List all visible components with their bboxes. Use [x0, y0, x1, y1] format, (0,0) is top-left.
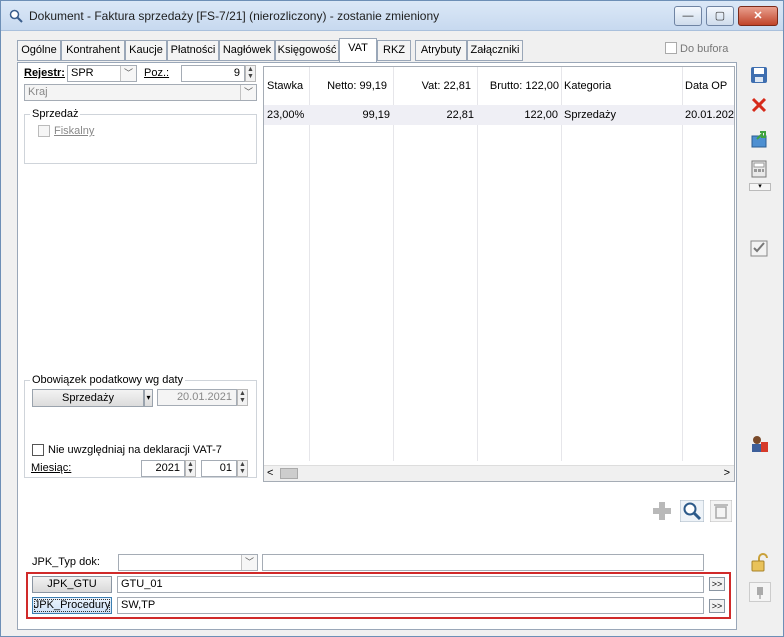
jpk-gtu-value: GTU_01	[121, 578, 163, 590]
miesiac-year-field[interactable]: 2021	[141, 460, 185, 477]
jpk-typ-combo[interactable]: ﹀	[118, 554, 258, 571]
jpk-typ-description[interactable]	[262, 554, 704, 571]
nie-uwzgledniaj-checkbox[interactable]	[32, 444, 44, 456]
plus-icon[interactable]	[651, 500, 673, 522]
export-icon[interactable]	[749, 129, 769, 149]
tab-zalaczniki[interactable]: Załączniki	[467, 40, 523, 61]
grid-divider	[682, 67, 683, 461]
cell-data-op: 20.01.2021	[685, 109, 735, 121]
miesiac-year-spinner[interactable]: ▲ ▼	[185, 460, 196, 477]
jpk-procedury-field[interactable]: SW,TP	[117, 597, 704, 614]
jpk-typ-label: JPK_Typ dok:	[32, 556, 100, 568]
obowiazek-select[interactable]: Sprzedaży	[32, 389, 144, 407]
rejestr-combo[interactable]: SPR ﹀	[67, 65, 137, 82]
col-vat[interactable]: Vat: 22,81	[393, 76, 477, 96]
cell-brutto: 122,00	[524, 109, 558, 121]
tab-kontrahent[interactable]: Kontrahent	[61, 40, 125, 61]
table-row[interactable]: 23,00% 99,19 22,81 122,00 Sprzedaży 20.0…	[264, 105, 735, 125]
chevron-down-icon[interactable]: ▾	[144, 389, 153, 407]
obowiazek-date-spinner[interactable]: ▲ ▼	[237, 389, 248, 406]
poz-value: 9	[233, 67, 240, 79]
calculator-dropdown-button[interactable]: ▾	[749, 183, 771, 191]
jpk-procedury-button[interactable]: JPK_Procedury	[32, 597, 112, 614]
do-bufora-checkbox[interactable]: Do bufora	[665, 42, 728, 55]
minimize-button[interactable]: —	[674, 6, 702, 26]
cell-netto: 99,19	[362, 109, 390, 121]
tab-platnosci[interactable]: Płatności	[167, 40, 219, 61]
padlock-icon[interactable]	[749, 553, 769, 573]
trash-icon[interactable]	[710, 500, 732, 522]
miesiac-month-field[interactable]: 01	[201, 460, 237, 477]
tab-vat[interactable]: VAT	[339, 38, 377, 62]
poz-field[interactable]: 9	[181, 65, 245, 82]
obowiazek-date-field[interactable]: 20.01.2021	[157, 389, 237, 406]
kraj-placeholder: Kraj	[28, 86, 48, 98]
nie-uwzgledniaj-label: Nie uwzględniaj na deklaracji VAT-7	[48, 444, 222, 456]
tab-atrybuty[interactable]: Atrybuty	[415, 40, 467, 61]
miesiac-month: 01	[219, 462, 232, 474]
chevron-down-icon[interactable]: ﹀	[240, 85, 256, 100]
rejestr-value: SPR	[71, 67, 94, 79]
document-window: Dokument - Faktura sprzedaży [FS-7/21] (…	[0, 0, 784, 637]
fiskalny-checkbox[interactable]	[38, 125, 50, 137]
magnifier-document-icon	[9, 9, 23, 23]
calculator-icon[interactable]	[749, 159, 769, 179]
window-title: Dokument - Faktura sprzedaży [FS-7/21] (…	[29, 9, 440, 23]
sprzedaz-group-title: Sprzedaż	[30, 108, 81, 120]
save-icon[interactable]	[749, 65, 769, 85]
fiskalny-label: Fiskalny	[54, 125, 95, 137]
rejestr-label: Rejestr:	[24, 67, 65, 79]
chevron-down-icon[interactable]: ﹀	[120, 66, 136, 81]
scroll-thumb[interactable]	[280, 468, 298, 479]
col-brutto[interactable]: Brutto: 122,00	[477, 76, 561, 96]
grid-divider	[309, 67, 310, 461]
jpk-procedury-more-button[interactable]: >>	[709, 599, 725, 613]
person-card-icon[interactable]	[749, 434, 769, 454]
col-kategoria[interactable]: Kategoria	[561, 76, 682, 96]
miesiac-label: Miesiąc:	[31, 462, 72, 474]
col-data-op[interactable]: Data OP	[682, 76, 734, 96]
pin-icon	[757, 587, 763, 599]
col-stawka[interactable]: Stawka	[264, 76, 309, 96]
magnifier-icon[interactable]	[680, 500, 704, 522]
cell-stawka: 23,00%	[267, 109, 305, 121]
title-bar: Dokument - Faktura sprzedaży [FS-7/21] (…	[1, 1, 783, 31]
maximize-button[interactable]: ▢	[706, 6, 734, 26]
do-bufora-label: Do bufora	[680, 43, 729, 55]
close-icon[interactable]	[749, 95, 769, 115]
jpk-gtu-field[interactable]: GTU_01	[117, 576, 704, 593]
pin-button[interactable]	[749, 582, 771, 602]
vat-grid[interactable]: Stawka Netto: 99,19 Vat: 22,81 Brutto: 1…	[263, 66, 735, 482]
scroll-right-button[interactable]: >	[724, 467, 730, 479]
miesiac-year: 2021	[155, 462, 180, 474]
grid-divider	[561, 67, 562, 461]
tab-rkz[interactable]: RKZ	[377, 40, 411, 61]
cell-vat: 22,81	[446, 109, 474, 121]
obowiazek-group-title: Obowiązek podatkowy wg daty	[30, 374, 186, 386]
col-netto[interactable]: Netto: 99,19	[309, 76, 393, 96]
cell-kategoria: Sprzedaży	[564, 109, 616, 121]
jpk-procedury-value: SW,TP	[121, 599, 156, 611]
miesiac-month-spinner[interactable]: ▲ ▼	[237, 460, 248, 477]
kraj-combo[interactable]: Kraj ﹀	[24, 84, 257, 101]
checklist-icon[interactable]	[749, 238, 769, 258]
chevron-down-icon[interactable]: ﹀	[241, 555, 257, 570]
close-button[interactable]: ✕	[738, 6, 778, 26]
obowiazek-date: 20.01.2021	[176, 391, 232, 403]
poz-spinner[interactable]: ▲ ▼	[245, 65, 256, 82]
grid-divider	[393, 67, 394, 461]
horizontal-scrollbar[interactable]: < >	[264, 465, 734, 481]
do-bufora-box[interactable]	[665, 42, 677, 54]
tab-ogolne[interactable]: Ogólne	[17, 40, 61, 61]
jpk-gtu-button[interactable]: JPK_GTU	[32, 576, 112, 593]
tab-kaucje[interactable]: Kaucje	[125, 40, 167, 61]
tab-ksiegowosc[interactable]: Księgowość	[275, 40, 339, 61]
vat-panel: Rejestr: SPR ﹀ Poz.: 9 ▲ ▼ Kraj ﹀ Sprzeda…	[17, 62, 737, 630]
poz-label: Poz.:	[144, 67, 170, 79]
sprzedaz-group	[24, 114, 257, 164]
scroll-left-button[interactable]: <	[267, 467, 273, 479]
grid-divider	[477, 67, 478, 461]
tab-naglowek[interactable]: Nagłówek	[219, 40, 275, 61]
jpk-gtu-more-button[interactable]: >>	[709, 577, 725, 591]
